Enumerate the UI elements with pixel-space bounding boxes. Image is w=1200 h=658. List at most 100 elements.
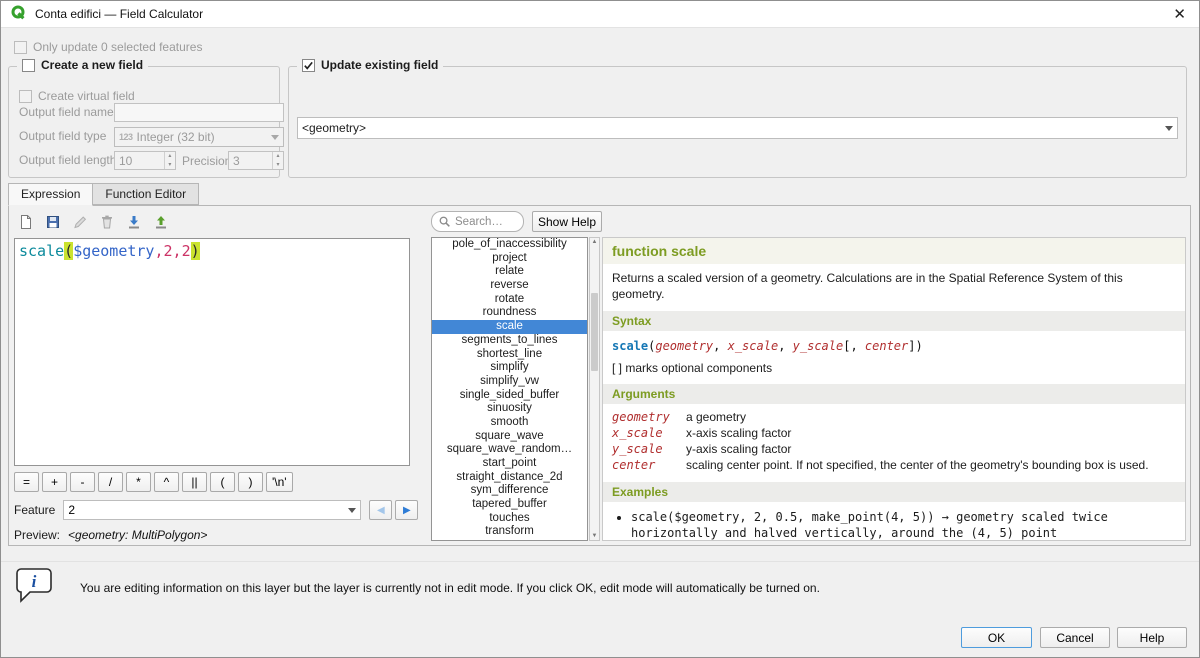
expression-token: $geometry — [73, 242, 154, 260]
function-list-item[interactable]: touches — [432, 512, 587, 526]
function-list-item[interactable]: project — [432, 252, 587, 266]
operator-button[interactable]: ^ — [154, 472, 179, 492]
only-update-checkbox: Only update 0 selected features — [14, 40, 202, 54]
function-list-item[interactable]: single_sided_buffer — [432, 389, 587, 403]
expression-editor[interactable]: scale($geometry,2,2) — [14, 238, 410, 466]
pencil-icon — [72, 214, 88, 230]
operator-button[interactable]: ( — [210, 472, 235, 492]
preview-row: Preview: <geometry: MultiPolygon> — [14, 528, 207, 542]
expression-tab-panel: scale($geometry,2,2) =+-/*^||()'\n' Feat… — [8, 205, 1191, 546]
new-expression-button[interactable] — [13, 210, 38, 234]
function-list-item[interactable]: reverse — [432, 279, 587, 293]
expression-token: ( — [64, 242, 73, 260]
function-list-item[interactable]: square_wave_random… — [432, 443, 587, 457]
feature-combo[interactable] — [63, 500, 361, 520]
expression-code: scale($geometry,2,2) — [15, 239, 409, 263]
argument-description: y-axis scaling factor — [686, 442, 1176, 456]
show-help-button[interactable]: Show Help — [532, 211, 602, 232]
update-existing-field-checkbox[interactable] — [302, 59, 315, 72]
create-new-field-checkbox[interactable] — [22, 59, 35, 72]
function-list-item[interactable]: straight_distance_2d — [432, 471, 587, 485]
import-arrow-icon — [126, 214, 142, 230]
export-expression-button[interactable] — [148, 210, 173, 234]
tab-function-editor[interactable]: Function Editor — [92, 183, 199, 205]
operator-button[interactable]: - — [70, 472, 95, 492]
scroll-up-icon[interactable]: ▲ — [590, 239, 599, 245]
argument-row: geometrya geometry — [603, 409, 1185, 425]
chevron-down-icon — [348, 508, 356, 513]
function-list-item[interactable]: sinuosity — [432, 402, 587, 416]
update-existing-field-group: Update existing field <geometry> — [288, 66, 1187, 178]
create-virtual-field-label: Create virtual field — [38, 89, 135, 103]
function-list-item[interactable]: smooth — [432, 416, 587, 430]
argument-description: scaling center point. If not specified, … — [686, 458, 1176, 472]
create-virtual-field-checkbox: Create virtual field — [19, 89, 135, 103]
search-input[interactable] — [455, 216, 513, 228]
save-icon — [45, 214, 61, 230]
output-field-type-value: Integer (32 bit) — [137, 130, 215, 144]
function-list-item[interactable]: shortest_line — [432, 348, 587, 362]
function-list-item[interactable]: rotate — [432, 293, 587, 307]
operator-button[interactable]: ) — [238, 472, 263, 492]
arguments-heading: Arguments — [603, 384, 1185, 404]
function-help-panel: function scale Returns a scaled version … — [602, 237, 1186, 541]
function-list-scrollbar[interactable]: ▲ ▼ — [589, 237, 600, 541]
cancel-button[interactable]: Cancel — [1040, 627, 1110, 648]
operator-button[interactable]: + — [42, 472, 67, 492]
chevron-down-icon — [1165, 126, 1173, 131]
existing-field-combo[interactable]: <geometry> — [297, 117, 1178, 139]
expression-token: , — [154, 242, 163, 260]
function-list: pole_of_inaccessibilityprojectrelatereve… — [431, 237, 588, 541]
syntax-token: y_scale — [793, 339, 844, 353]
checkbox-box — [19, 90, 32, 103]
function-list-item[interactable]: roundness — [432, 306, 587, 320]
tab-expression[interactable]: Expression — [8, 183, 93, 206]
argument-name: center — [612, 458, 686, 472]
output-field-length-label: Output field length — [19, 153, 116, 167]
output-field-length-spinner: ▴▾ — [114, 151, 176, 170]
checkbox-box — [14, 41, 27, 54]
close-button[interactable]: ✕ — [1169, 5, 1190, 23]
operator-button[interactable]: || — [182, 472, 207, 492]
function-list-item[interactable]: sym_difference — [432, 484, 587, 498]
function-list-item[interactable]: square_wave — [432, 430, 587, 444]
function-list-item[interactable]: start_point — [432, 457, 587, 471]
argument-description: x-axis scaling factor — [686, 426, 1176, 440]
function-list-item[interactable]: tapered_buffer — [432, 498, 587, 512]
check-icon — [303, 60, 314, 71]
existing-field-value: <geometry> — [302, 121, 366, 135]
argument-name: y_scale — [612, 442, 686, 456]
function-list-item[interactable]: simplify_vw — [432, 375, 587, 389]
function-list-item[interactable]: pole_of_inaccessibility — [432, 238, 587, 252]
expression-token: , — [173, 242, 182, 260]
function-list-item[interactable]: segments_to_lines — [432, 334, 587, 348]
next-feature-button[interactable]: ▶ — [395, 500, 418, 520]
scroll-down-icon[interactable]: ▼ — [590, 533, 599, 539]
delete-expression-button — [94, 210, 119, 234]
scrollbar-thumb[interactable] — [591, 293, 598, 371]
precision-label: Precision — [182, 154, 231, 168]
function-list-item[interactable]: simplify — [432, 361, 587, 375]
operator-button[interactable]: = — [14, 472, 39, 492]
help-button[interactable]: Help — [1117, 627, 1187, 648]
save-expression-button[interactable] — [40, 210, 65, 234]
arguments-table: geometrya geometryx_scalex-axis scaling … — [603, 404, 1185, 482]
function-list-item[interactable]: relate — [432, 265, 587, 279]
expression-toolbar — [13, 210, 173, 234]
output-field-type-label: Output field type — [19, 129, 106, 143]
syntax-token: scale — [612, 339, 648, 353]
function-list-item[interactable]: scale — [432, 320, 587, 334]
import-expression-button[interactable] — [121, 210, 146, 234]
operator-button[interactable]: '\n' — [266, 472, 293, 492]
syntax-line: scale(geometry, x_scale, y_scale[, cente… — [603, 331, 1185, 357]
function-list-item[interactable]: transform — [432, 525, 587, 539]
operator-button[interactable]: / — [98, 472, 123, 492]
output-field-name-input — [114, 103, 284, 122]
argument-description: a geometry — [686, 410, 1176, 424]
precision-spinner: ▴▾ — [228, 151, 284, 170]
ok-button[interactable]: OK — [961, 627, 1032, 648]
feature-value-input[interactable] — [68, 503, 344, 517]
integer-type-icon: 123 — [119, 132, 133, 142]
operator-button[interactable]: * — [126, 472, 151, 492]
syntax-heading: Syntax — [603, 311, 1185, 331]
